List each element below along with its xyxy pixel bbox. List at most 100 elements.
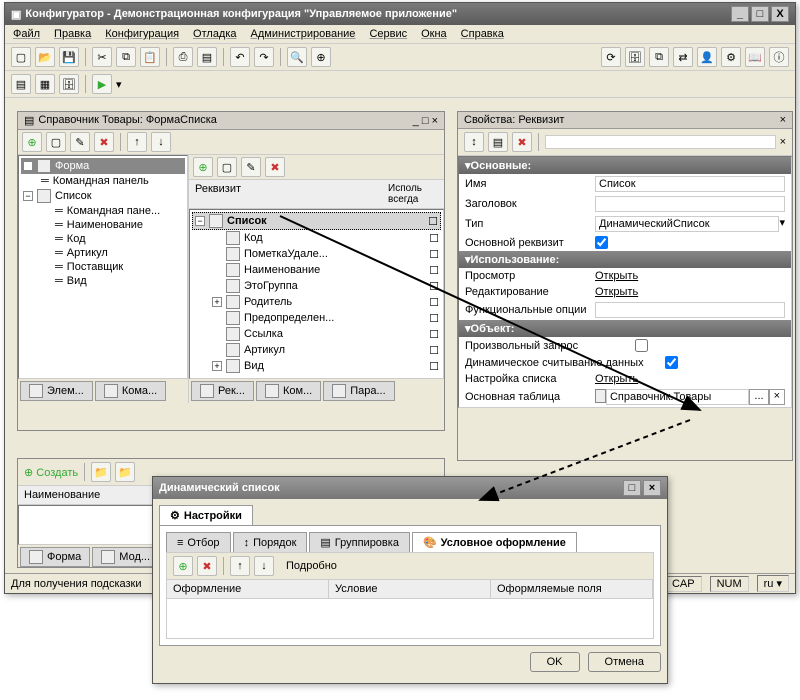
menu-config[interactable]: Конфигурация [105,28,179,40]
book-icon[interactable]: 📖 [745,47,765,67]
req-item[interactable]: Код☐ [192,230,441,246]
prop-type-input[interactable] [595,216,779,232]
req-tb2-icon[interactable]: ▢ [217,157,237,177]
prop-edit-link[interactable]: Открыть [595,286,638,298]
run-icon[interactable]: ▶ [92,74,112,94]
panel-min-button[interactable]: _ [413,115,419,127]
detail-button[interactable]: Подробно [286,560,337,572]
info-icon[interactable]: ⓘ [769,47,789,67]
menu-service[interactable]: Сервис [369,28,407,40]
status-lang[interactable]: ru ▾ [757,575,789,592]
prop-view-link[interactable]: Открыть [595,270,638,282]
req-item[interactable]: Ссылка☐ [192,326,441,342]
add-icon[interactable]: ⊕ [193,157,213,177]
delete-icon[interactable]: ✖ [94,132,114,152]
down-icon[interactable]: ↓ [254,556,274,576]
clear-button[interactable]: × [769,389,785,405]
section-main[interactable]: ▾Основные: [459,157,791,174]
ok-button[interactable]: OK [530,652,580,672]
req-item[interactable]: Артикул☐ [192,342,441,358]
user-icon[interactable]: 👤 [697,47,717,67]
collapse-icon[interactable]: − [23,191,33,201]
add-icon[interactable]: ⊕ [22,132,42,152]
save-icon[interactable]: 💾 [59,47,79,67]
prop-mainreq-checkbox[interactable] [595,236,608,249]
undo-icon[interactable]: ↶ [230,47,250,67]
minimize-button[interactable]: _ [731,6,749,22]
tree-icon[interactable]: ▤ [11,74,31,94]
settings-icon[interactable]: ⚙ [721,47,741,67]
db-icon[interactable]: 🗄 [625,47,645,67]
req-item[interactable]: Предопределен...☐ [192,310,441,326]
tab-conditional-format[interactable]: 🎨Условное оформление [412,532,577,552]
tab-group[interactable]: ▤Группировка [309,532,410,552]
prop-customquery-checkbox[interactable] [635,339,648,352]
tab-form[interactable]: Форма [20,547,90,567]
requisite-tree[interactable]: −Список☐ Код☐ ПометкаУдале...☐ Наименова… [189,209,444,379]
cancel-button[interactable]: Отмена [588,652,661,672]
dialog-grid-body[interactable] [166,599,654,639]
menu-admin[interactable]: Администрирование [251,28,356,40]
dropdown-icon[interactable]: ▾ [779,216,785,232]
sort-icon[interactable]: ↕ [464,132,484,152]
tab-rek[interactable]: Рек... [191,381,254,401]
tab-module[interactable]: Мод... [92,547,159,567]
expand-icon[interactable]: + [212,297,222,307]
more-button[interactable]: ... [749,389,768,405]
form-tb2-icon[interactable]: ▢ [46,132,66,152]
compare-icon[interactable]: ⇄ [673,47,693,67]
dialog-max-button[interactable]: □ [623,480,641,496]
req-item[interactable]: ПометкаУдале...☐ [192,246,441,262]
prop-maintable-input[interactable] [606,389,749,405]
folder-icon[interactable]: 📁 [115,462,135,482]
form-tree[interactable]: − Форма ═Командная панель −Список ═Коман… [18,155,188,379]
dialog-close-button[interactable]: × [643,480,661,496]
tab-filter[interactable]: ≡Отбор [166,532,231,552]
delete-icon[interactable]: ✖ [265,157,285,177]
tree-item[interactable]: ═Командная панель [21,174,185,188]
redo-icon[interactable]: ↷ [254,47,274,67]
open-icon[interactable]: 📂 [35,47,55,67]
tree-item[interactable]: ═Вид [21,274,185,288]
create-button[interactable]: ⊕ Создать [24,466,78,479]
prop-funcopt-input[interactable] [595,302,785,318]
up-icon[interactable]: ↑ [230,556,250,576]
edit-icon[interactable]: ✎ [70,132,90,152]
refresh-icon[interactable]: ⟳ [601,47,621,67]
maximize-button[interactable]: □ [751,6,769,22]
edit-icon[interactable]: ✎ [241,157,261,177]
tree-item[interactable]: ═Наименование [21,218,185,232]
tab-para[interactable]: Пара... [323,381,394,401]
prop-listsetup-link[interactable]: Открыть [595,373,638,385]
tree-item[interactable]: −Список [21,188,185,204]
collapse-icon[interactable]: − [195,216,205,226]
tab-kom[interactable]: Ком... [256,381,321,401]
paste-icon[interactable]: 📋 [140,47,160,67]
expand-icon[interactable]: + [212,361,222,371]
print-icon[interactable]: ⎙ [173,47,193,67]
clear-icon[interactable]: × [780,136,786,148]
new-icon[interactable]: ▢ [11,47,31,67]
filter-icon[interactable]: ▤ [488,132,508,152]
tab-settings[interactable]: ⚙Настройки [159,505,253,525]
req-item[interactable]: +Родитель☐ [192,294,441,310]
req-item[interactable]: ЭтоГруппа☐ [192,278,441,294]
req-item-list[interactable]: −Список☐ [192,212,441,230]
prop-title-input[interactable] [595,196,785,212]
folder-icon[interactable]: 📁 [91,462,111,482]
tree-item[interactable]: ═Командная пане... [21,204,185,218]
tree-item[interactable]: ═Поставщик [21,260,185,274]
copy2-icon[interactable]: ⧉ [649,47,669,67]
menu-debug[interactable]: Отладка [193,28,236,40]
props-search[interactable] [545,135,776,149]
preview-icon[interactable]: ▤ [197,47,217,67]
collapse-icon[interactable]: − [23,161,33,171]
cut-icon[interactable]: ✂ [92,47,112,67]
section-obj[interactable]: ▾Объект: [459,320,791,337]
tree-item[interactable]: ═Код [21,232,185,246]
menu-windows[interactable]: Окна [421,28,447,40]
dropdown-icon[interactable]: ▾ [116,78,122,91]
tree-root[interactable]: − Форма [21,158,185,174]
tab-elements[interactable]: Элем... [20,381,93,401]
req-item[interactable]: +Вид☐ [192,358,441,374]
